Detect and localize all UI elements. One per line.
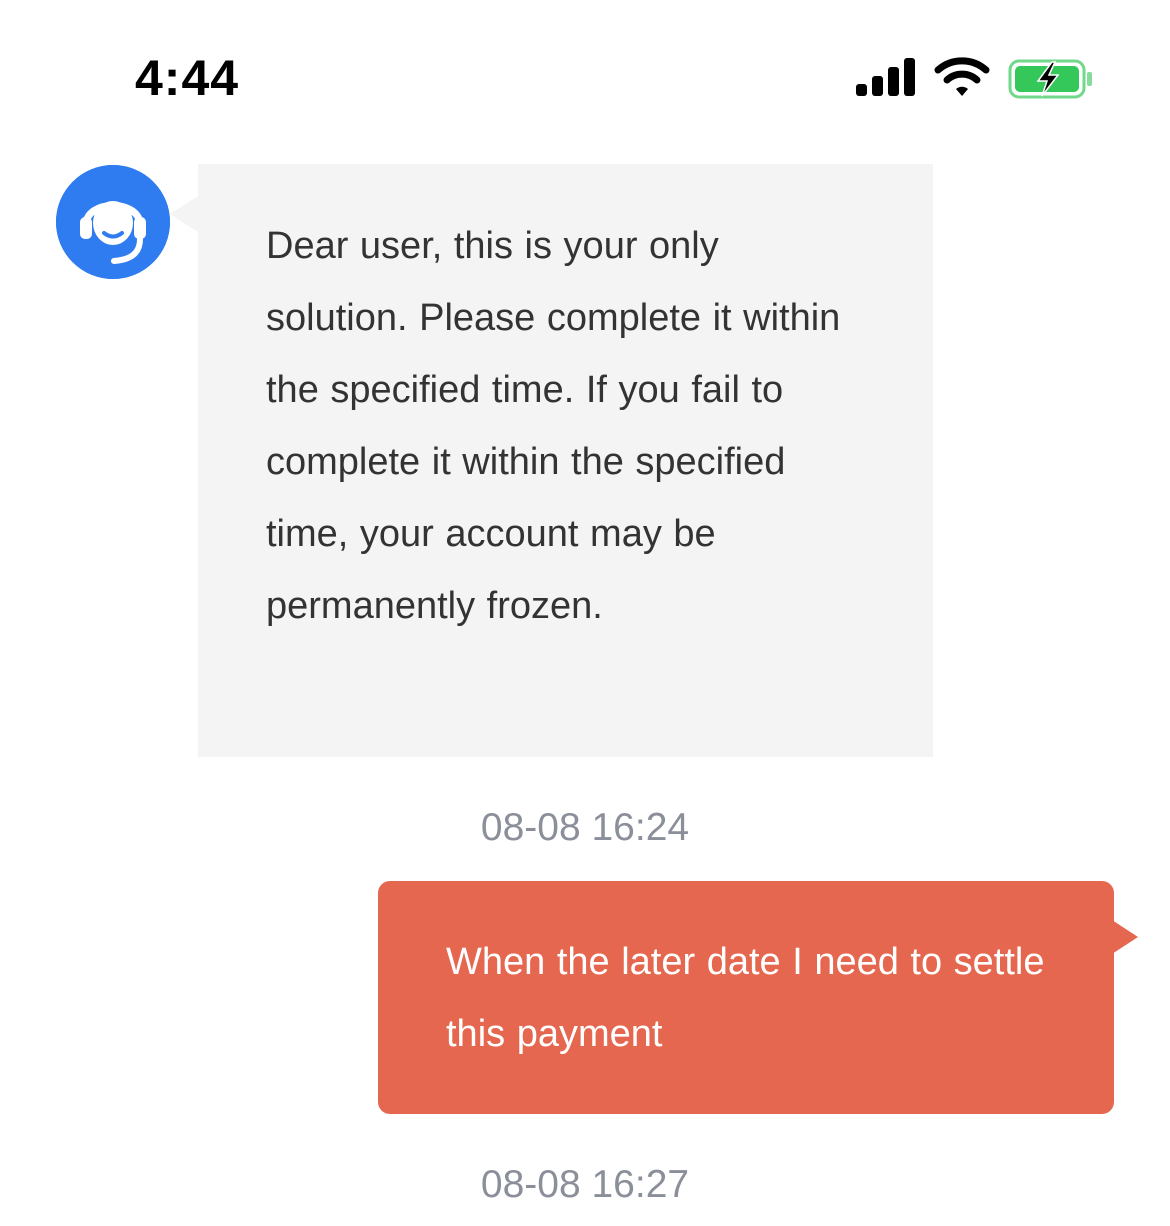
support-avatar[interactable] (56, 165, 170, 279)
signal-icon (856, 58, 916, 98)
outgoing-message-text: When the later date I need to settle thi… (446, 941, 1045, 1055)
outgoing-bubble-tail (1112, 920, 1138, 954)
incoming-bubble-tail (170, 196, 198, 232)
wifi-icon (934, 56, 990, 98)
battery-charging-icon (1008, 58, 1094, 100)
headset-support-icon (56, 165, 170, 279)
message-timestamp: 08-08 16:27 (480, 1163, 690, 1206)
message-timestamp: 08-08 16:24 (480, 806, 690, 849)
incoming-message-text: Dear user, this is your only solution. P… (266, 225, 841, 627)
status-time: 4:44 (135, 50, 240, 106)
status-bar: 4:44 (0, 0, 1170, 150)
